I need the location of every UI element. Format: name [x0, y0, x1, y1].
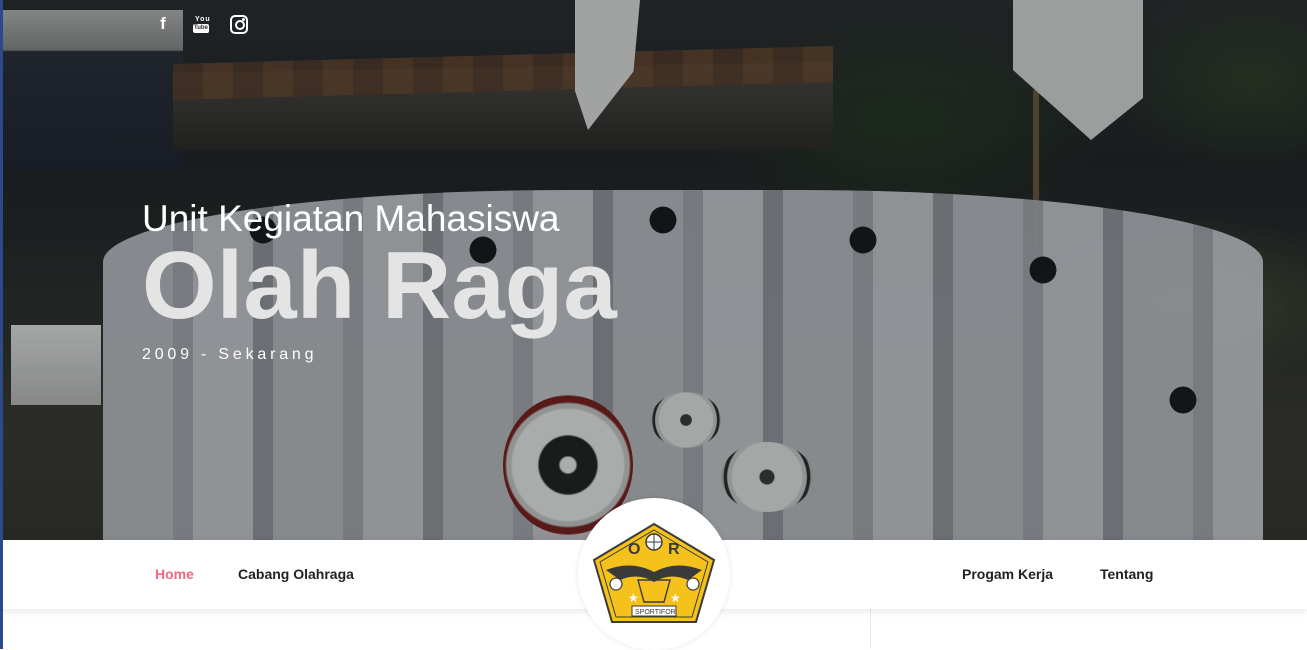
- logo-letter-o: O: [628, 541, 640, 558]
- nav-tentang[interactable]: Tentang: [1100, 566, 1153, 582]
- soccer-ball-icon: [686, 577, 700, 591]
- youtube-icon[interactable]: You Tube: [192, 14, 210, 34]
- left-edge-accent: [0, 0, 3, 649]
- nav-progam-kerja[interactable]: Progam Kerja: [962, 566, 1053, 582]
- star-icon: ★: [670, 591, 681, 605]
- facebook-icon[interactable]: f: [154, 14, 172, 34]
- youtube-icon-text-bottom: Tube: [193, 23, 209, 33]
- instagram-icon[interactable]: [230, 14, 248, 34]
- content-divider: [870, 609, 871, 649]
- logo-letter-r: R: [668, 541, 680, 558]
- social-links: f You Tube: [154, 14, 248, 34]
- logo-banner-text: SPORTIFOR: [635, 609, 676, 616]
- hero-subtitle: 2009 - Sekarang: [142, 346, 318, 363]
- hero-text: Unit Kegiatan Mahasiswa Olah Raga 2009 -…: [142, 198, 617, 364]
- star-icon: ★: [628, 591, 639, 605]
- logo-badge[interactable]: O R ★ ★ SPORTIFOR: [578, 498, 730, 650]
- volleyball-icon: [609, 577, 623, 591]
- youtube-icon-text-top: You: [195, 15, 211, 23]
- ukm-logo-emblem: O R ★ ★ SPORTIFOR: [592, 522, 716, 623]
- hero-title: Olah Raga: [142, 232, 617, 339]
- nav-cabang-olahraga[interactable]: Cabang Olahraga: [238, 566, 354, 582]
- nav-home[interactable]: Home: [155, 566, 194, 582]
